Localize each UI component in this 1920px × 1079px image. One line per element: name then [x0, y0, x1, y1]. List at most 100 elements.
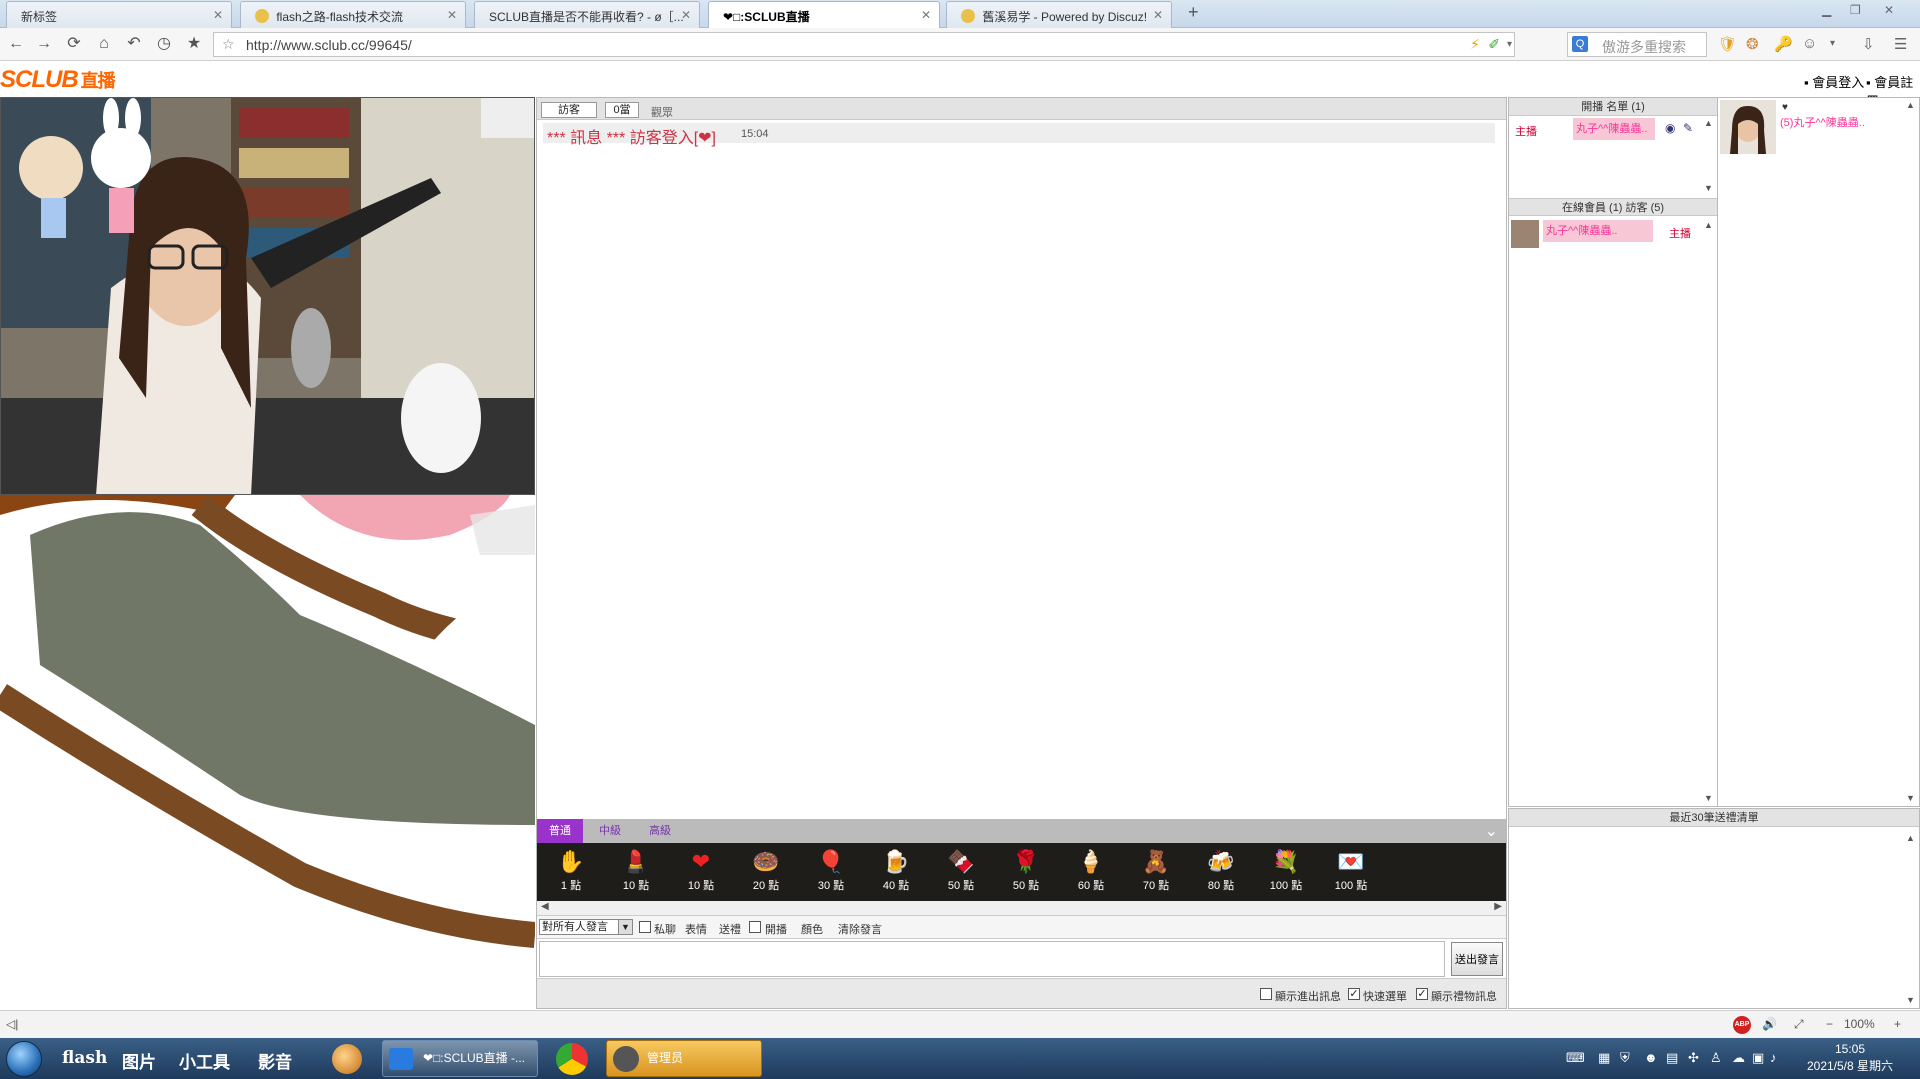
host-name[interactable]: 丸子^^陳蟲蟲..: [1573, 118, 1655, 140]
extension-icon[interactable]: ❂: [1746, 35, 1759, 53]
scroll-up-icon[interactable]: ▲: [1906, 833, 1918, 843]
key-icon[interactable]: 🔑: [1774, 35, 1793, 53]
tab-watch[interactable]: 觀眾: [651, 104, 673, 120]
host-avatar[interactable]: [1720, 100, 1776, 154]
app-icon[interactable]: [332, 1044, 362, 1074]
clear-button[interactable]: 清除發言: [838, 921, 882, 937]
refresh-icon[interactable]: ⟳: [64, 34, 84, 54]
emotion-button[interactable]: 表情: [685, 921, 707, 937]
chat-input[interactable]: [539, 941, 1445, 977]
scroll-right-icon[interactable]: ▶: [1494, 901, 1502, 912]
cloud-icon[interactable]: ☁: [1732, 1050, 1745, 1066]
quicklink-media[interactable]: 影音: [258, 1048, 292, 1073]
person-icon[interactable]: ♙: [1710, 1050, 1722, 1066]
sclub-logo[interactable]: SCLUB 直播: [0, 66, 116, 94]
gift-item[interactable]: 🍫 50 點: [936, 849, 986, 899]
gift-tab-mid[interactable]: 中級: [587, 819, 633, 843]
show-gift-checkbox[interactable]: ✓: [1416, 988, 1428, 1000]
chrome-icon[interactable]: [556, 1043, 588, 1075]
open-checkbox[interactable]: [749, 921, 761, 933]
tab-new[interactable]: 新标签 ✕: [6, 1, 232, 28]
close-window-icon[interactable]: ✕: [1884, 3, 1894, 17]
gift-item[interactable]: 🍦 60 點: [1066, 849, 1116, 899]
gift-item[interactable]: 🍻 80 點: [1196, 849, 1246, 899]
gift-item[interactable]: 🌹 50 點: [1001, 849, 1051, 899]
gift-item[interactable]: 💄 10 點: [611, 849, 661, 899]
scroll-down-icon[interactable]: ▼: [1906, 995, 1918, 1005]
taskbar-app-sclub[interactable]: ❤□:SCLUB直播 -...: [382, 1040, 538, 1077]
fan-icon[interactable]: ✣: [1688, 1050, 1699, 1066]
gift-item[interactable]: 💐 100 點: [1261, 849, 1311, 899]
restore-icon[interactable]: ❐: [1850, 3, 1861, 17]
quicklink-flash[interactable]: flash: [62, 1048, 107, 1068]
address-bar[interactable]: ☆ http://www.sclub.cc/99645/ ⚡ ✐ ▾: [213, 32, 1515, 57]
zoom-level[interactable]: 100%: [1844, 1017, 1875, 1031]
tab-discuz[interactable]: 舊溪易学 - Powered by Discuz! ✕: [946, 1, 1172, 28]
scroll-left-icon[interactable]: ◀: [541, 901, 549, 912]
close-icon[interactable]: ✕: [921, 8, 931, 22]
plugin-icon[interactable]: ✐: [1488, 36, 1500, 53]
mic-icon[interactable]: ✎: [1683, 121, 1693, 135]
gift-tab-high[interactable]: 高級: [637, 819, 683, 843]
history-icon[interactable]: ◷: [154, 34, 174, 54]
gift-scrollbar[interactable]: ◀ ▶: [537, 901, 1506, 916]
camera-icon[interactable]: ◉: [1665, 121, 1675, 135]
chevron-down-icon[interactable]: ⌄: [1485, 821, 1498, 841]
gift-item[interactable]: 🧸 70 點: [1131, 849, 1181, 899]
start-button[interactable]: [6, 1041, 42, 1077]
menu-icon[interactable]: ☰: [1894, 35, 1907, 53]
color-button[interactable]: 顏色: [801, 921, 823, 937]
forward-icon[interactable]: →: [34, 34, 54, 54]
video-stream-secondary[interactable]: [0, 495, 535, 1010]
tab-sclub-question[interactable]: SCLUB直播是否不能再收看? - ø［... ✕: [474, 1, 700, 28]
zoom-in-icon[interactable]: +: [1894, 1017, 1901, 1031]
target-select[interactable]: 對所有人發言 ▼: [539, 919, 633, 935]
close-icon[interactable]: ✕: [447, 8, 457, 22]
download-icon[interactable]: ⇩: [1862, 35, 1875, 53]
video-stream-main[interactable]: [0, 97, 535, 495]
home-icon[interactable]: ⌂: [94, 34, 114, 54]
grid-icon[interactable]: ▦: [1598, 1050, 1610, 1066]
send-button[interactable]: 送出發言: [1451, 942, 1503, 976]
online-row[interactable]: 丸子^^陳蟲蟲.. 主播: [1511, 220, 1701, 248]
volume-icon[interactable]: 🔊: [1762, 1017, 1777, 1031]
lightning-icon[interactable]: ⚡: [1470, 36, 1480, 53]
folder-icon[interactable]: ▤: [1666, 1050, 1678, 1066]
scroll-down-icon[interactable]: ▼: [1704, 793, 1716, 803]
undo-icon[interactable]: ↶: [124, 34, 144, 54]
scroll-up-icon[interactable]: ▲: [1704, 220, 1716, 230]
bookmark-star-icon[interactable]: ☆: [222, 36, 235, 53]
gift-item[interactable]: 🍩 20 點: [741, 849, 791, 899]
url-text[interactable]: http://www.sclub.cc/99645/: [246, 37, 412, 53]
login-link[interactable]: ▪ 會員登入: [1804, 72, 1864, 91]
gift-item[interactable]: ❤ 10 點: [676, 849, 726, 899]
chevron-down-icon[interactable]: ▾: [1507, 39, 1512, 50]
shield-icon[interactable]: 🛡: [1718, 35, 1737, 53]
online-name[interactable]: 丸子^^陳蟲蟲..: [1543, 220, 1653, 242]
search-box[interactable]: Q 傲游多重搜索: [1567, 32, 1707, 57]
fullscreen-icon[interactable]: ⤢: [1794, 1017, 1804, 1032]
taskbar-app-admin[interactable]: 管理员: [606, 1040, 762, 1077]
close-icon[interactable]: ✕: [1153, 8, 1163, 22]
back-icon[interactable]: ←: [6, 34, 26, 54]
sidebar-toggle-icon[interactable]: ◁|: [6, 1017, 18, 1031]
zoom-out-icon[interactable]: −: [1826, 1017, 1833, 1031]
tab-sclub-live[interactable]: ❤□:SCLUB直播 ✕: [708, 1, 940, 29]
gift-item[interactable]: 💌 100 點: [1326, 849, 1376, 899]
system-clock[interactable]: 15:05 2021/5/8 星期六: [1780, 1041, 1920, 1075]
scroll-up-icon[interactable]: ▲: [1906, 100, 1918, 110]
gift-item[interactable]: 🍺 40 點: [871, 849, 921, 899]
scroll-down-icon[interactable]: ▼: [1906, 793, 1918, 803]
gift-item[interactable]: 🎈 30 點: [806, 849, 856, 899]
keyboard-icon[interactable]: ⌨: [1566, 1050, 1585, 1066]
host-row[interactable]: 主播 丸子^^陳蟲蟲.. ◉ ✎: [1511, 118, 1701, 140]
chevron-down-icon[interactable]: ▼: [618, 920, 632, 934]
network-icon[interactable]: ▣: [1752, 1050, 1764, 1066]
quicklink-tools[interactable]: 小工具: [179, 1048, 230, 1073]
private-checkbox[interactable]: [639, 921, 651, 933]
new-tab-button[interactable]: +: [1188, 2, 1199, 23]
qq-icon[interactable]: ☻: [1644, 1050, 1658, 1065]
security-icon[interactable]: ⛨: [1620, 1050, 1630, 1066]
quicklink-images[interactable]: 图片: [122, 1048, 156, 1073]
adblock-icon[interactable]: ABP: [1733, 1016, 1751, 1034]
